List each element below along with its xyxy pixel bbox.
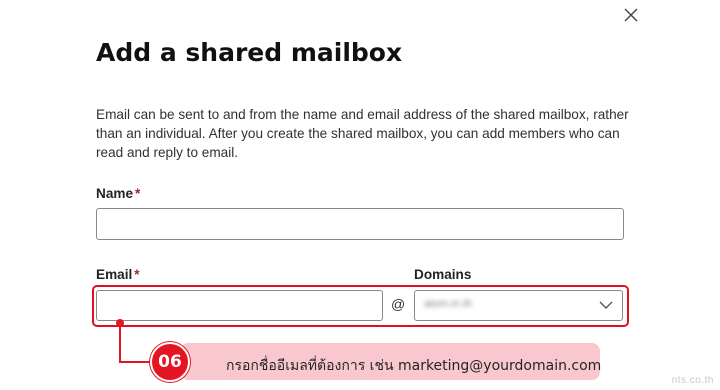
domains-dropdown[interactable]: atom.in.th — [414, 290, 623, 321]
page-title: Add a shared mailbox — [96, 38, 403, 67]
email-label-text: Email — [96, 267, 133, 282]
callout-pill: กรอกชื่ออีเมลที่ต้องการ เช่น marketing@y… — [180, 343, 602, 380]
chevron-down-icon — [599, 300, 613, 310]
domains-label-text: Domains — [414, 267, 472, 282]
at-sign: @ — [391, 296, 406, 312]
step-badge: 06 — [150, 342, 190, 382]
close-button[interactable] — [622, 6, 640, 24]
close-icon — [624, 8, 638, 22]
dialog-description: Email can be sent to and from the name a… — [96, 107, 629, 160]
name-label: Name * — [96, 186, 140, 201]
step-callout: กรอกชื่ออีเมลที่ต้องการ เช่น marketing@y… — [150, 342, 602, 382]
name-input[interactable] — [96, 208, 624, 240]
email-label: Email * — [96, 267, 140, 282]
domains-label: Domains — [414, 267, 471, 282]
callout-connector — [114, 318, 164, 366]
name-label-text: Name — [96, 186, 134, 201]
watermark: nts.co.th — [671, 375, 714, 386]
required-marker: * — [134, 267, 140, 282]
required-marker: * — [135, 186, 141, 201]
callout-text: กรอกชื่ออีเมลที่ต้องการ เช่น marketing@y… — [226, 358, 602, 374]
domains-selected-value: atom.in.th — [424, 298, 473, 310]
email-input[interactable] — [96, 290, 383, 321]
